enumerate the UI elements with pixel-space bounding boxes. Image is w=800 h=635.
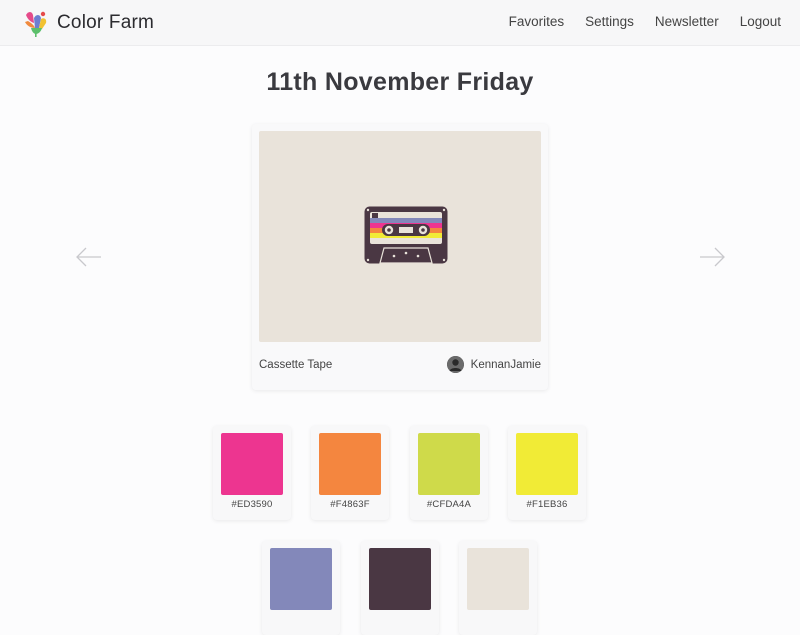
nav-link-newsletter[interactable]: Newsletter [655,14,719,29]
arrow-left-icon[interactable] [75,244,103,270]
swatch-card[interactable] [361,541,439,635]
swatch-color [369,548,431,610]
swatch-hex: #F1EB36 [526,499,568,510]
nav-link-favorites[interactable]: Favorites [509,14,565,29]
featured-palette-card[interactable]: Cassette Tape KennanJamie [252,124,548,390]
swatch-color [418,433,480,495]
swatch-card[interactable]: #F1EB36 [508,426,586,520]
swatch-hex: #ED3590 [231,499,273,510]
arrow-right-icon[interactable] [698,244,726,270]
nav-link-settings[interactable]: Settings [585,14,634,29]
nav-link-logout[interactable]: Logout [740,14,781,29]
brand[interactable]: Color Farm [22,8,154,38]
page-title: 11th November Friday [266,68,534,96]
author-name: KennanJamie [470,358,541,371]
swatch-color [516,433,578,495]
swatch-card[interactable] [459,541,537,635]
top-navbar: Color Farm Favorites Settings Newsletter… [0,0,800,46]
featured-image [259,131,541,342]
avatar [446,356,464,373]
cassette-tape-icon [364,206,448,264]
nav-links: Favorites Settings Newsletter Logout [509,14,781,29]
swatch-hex: #F4863F [330,499,370,510]
rooster-logo-icon [25,11,47,37]
swatch-card[interactable]: #CFDA4A [410,426,488,520]
author[interactable]: KennanJamie [446,356,541,373]
brand-name: Color Farm [57,12,155,33]
swatch-color [270,548,332,610]
swatch-color [319,433,381,495]
swatch-color [467,548,529,610]
swatch-card[interactable] [262,541,340,635]
swatch-card[interactable]: #ED3590 [213,426,291,520]
swatch-color [221,433,283,495]
swatch-hex: #CFDA4A [426,499,472,510]
palette-title: Cassette Tape [259,359,333,371]
swatch-card[interactable]: #F4863F [311,426,389,520]
